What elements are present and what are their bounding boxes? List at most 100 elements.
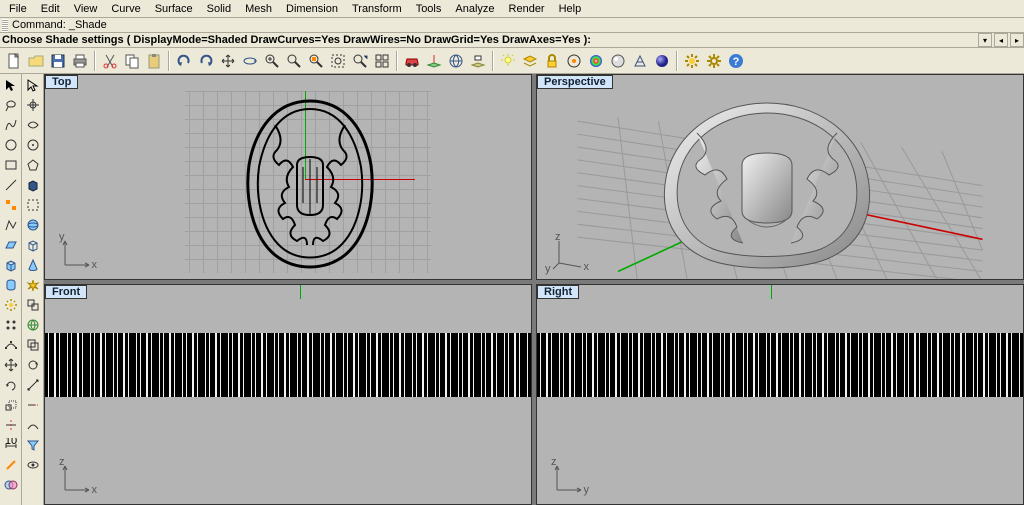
viewport-title-front[interactable]: Front (45, 285, 87, 299)
curve2-icon[interactable] (24, 116, 42, 134)
lasso-icon[interactable] (2, 96, 20, 114)
solid2-icon[interactable] (24, 176, 42, 194)
save-icon[interactable] (48, 51, 68, 71)
dimension-icon[interactable]: 10 (2, 436, 20, 454)
paste-icon[interactable] (144, 51, 164, 71)
gear2-icon[interactable] (704, 51, 724, 71)
command-options-button[interactable]: ▾ (978, 33, 992, 47)
group-icon[interactable] (24, 296, 42, 314)
scale-icon[interactable] (2, 396, 20, 414)
menu-file[interactable]: File (2, 2, 34, 16)
zoom-window-icon[interactable] (328, 51, 348, 71)
menu-render[interactable]: Render (502, 2, 552, 16)
polyline-icon[interactable] (2, 216, 20, 234)
car-icon[interactable] (402, 51, 422, 71)
menu-solid[interactable]: Solid (200, 2, 238, 16)
print-icon[interactable] (70, 51, 90, 71)
cut-icon[interactable] (100, 51, 120, 71)
copy-icon[interactable] (122, 51, 142, 71)
new-file-icon[interactable] (4, 51, 24, 71)
zoom-dynamic-icon[interactable] (350, 51, 370, 71)
copy2-icon[interactable] (24, 336, 42, 354)
sel-tools-icon[interactable] (2, 196, 20, 214)
viewport-front[interactable]: Front x z (44, 284, 532, 505)
menu-transform[interactable]: Transform (345, 2, 409, 16)
select-arrow-icon[interactable] (2, 76, 20, 94)
viewport-title-right[interactable]: Right (537, 285, 579, 299)
help-icon[interactable]: ? (726, 51, 746, 71)
viewport-layout-icon[interactable] (372, 51, 392, 71)
menu-analyze[interactable]: Analyze (448, 2, 501, 16)
sphere-render-icon[interactable] (652, 51, 672, 71)
viewport-right[interactable]: Right y z (536, 284, 1024, 505)
rotate-view-icon[interactable] (240, 51, 260, 71)
rotate2-icon[interactable] (24, 356, 42, 374)
menu-tools[interactable]: Tools (409, 2, 449, 16)
cone-icon[interactable] (24, 256, 42, 274)
viewport-title-perspective[interactable]: Perspective (537, 75, 613, 89)
cylinder-icon[interactable] (2, 276, 20, 294)
cplane-world-icon[interactable] (446, 51, 466, 71)
trim-icon[interactable] (2, 416, 20, 434)
bend-icon[interactable] (24, 416, 42, 434)
cplane-named-icon[interactable] (468, 51, 488, 71)
rectangle-icon[interactable] (2, 156, 20, 174)
object-properties-icon[interactable] (564, 51, 584, 71)
freeform-curve-icon[interactable] (2, 116, 20, 134)
circle-icon[interactable] (2, 136, 20, 154)
globe-icon[interactable] (24, 316, 42, 334)
box2-icon[interactable] (24, 236, 42, 254)
redo-icon[interactable] (196, 51, 216, 71)
set-cplane-icon[interactable] (424, 51, 444, 71)
menu-dimension[interactable]: Dimension (279, 2, 345, 16)
menu-help[interactable]: Help (552, 2, 589, 16)
pointer2-icon[interactable] (24, 76, 42, 94)
command-scroll-right-button[interactable]: ▸ (1010, 33, 1024, 47)
plane-icon[interactable] (2, 236, 20, 254)
open-file-icon[interactable] (26, 51, 46, 71)
scale2-icon[interactable] (24, 376, 42, 394)
materials-icon[interactable] (586, 51, 606, 71)
lock-icon[interactable] (542, 51, 562, 71)
burst-icon[interactable] (24, 276, 42, 294)
menu-edit[interactable]: Edit (34, 2, 67, 16)
sel-window-icon[interactable] (24, 196, 42, 214)
viewport-top[interactable]: Top x y (44, 74, 532, 280)
layers-icon[interactable] (520, 51, 540, 71)
sphere2-icon[interactable] (24, 216, 42, 234)
options-icon[interactable] (682, 51, 702, 71)
edge-icon[interactable] (2, 456, 20, 474)
viewport-title-top[interactable]: Top (45, 75, 78, 89)
viewport-perspective[interactable]: Perspective (536, 74, 1024, 280)
gear-tool-icon[interactable] (2, 296, 20, 314)
crosshair-icon[interactable] (24, 96, 42, 114)
array-icon[interactable] (2, 316, 20, 334)
rotate-icon[interactable] (2, 376, 20, 394)
line-icon[interactable] (2, 176, 20, 194)
menu-curve[interactable]: Curve (104, 2, 147, 16)
box-icon[interactable] (2, 256, 20, 274)
command-scroll-left-button[interactable]: ◂ (994, 33, 1008, 47)
pan-icon[interactable] (218, 51, 238, 71)
command-input[interactable] (591, 34, 976, 46)
light-icon[interactable] (498, 51, 518, 71)
zoom-selected-icon[interactable] (306, 51, 326, 71)
edit-points-icon[interactable] (2, 336, 20, 354)
polygon-icon[interactable] (24, 156, 42, 174)
perspective-icon[interactable] (630, 51, 650, 71)
zoom-icon[interactable] (262, 51, 282, 71)
toolbar-grip-icon[interactable] (2, 19, 8, 32)
zoom-extents-icon[interactable] (284, 51, 304, 71)
menu-view[interactable]: View (67, 2, 105, 16)
undo-icon[interactable] (174, 51, 194, 71)
show-icon[interactable] (24, 456, 42, 474)
filter-icon[interactable] (24, 436, 42, 454)
axes-gizmo-perspective: x y z (551, 235, 587, 271)
move-icon[interactable] (2, 356, 20, 374)
render-icon[interactable] (608, 51, 628, 71)
boolean-icon[interactable] (2, 476, 20, 494)
circle-center-icon[interactable] (24, 136, 42, 154)
menu-surface[interactable]: Surface (148, 2, 200, 16)
extend-icon[interactable] (24, 396, 42, 414)
menu-mesh[interactable]: Mesh (238, 2, 279, 16)
